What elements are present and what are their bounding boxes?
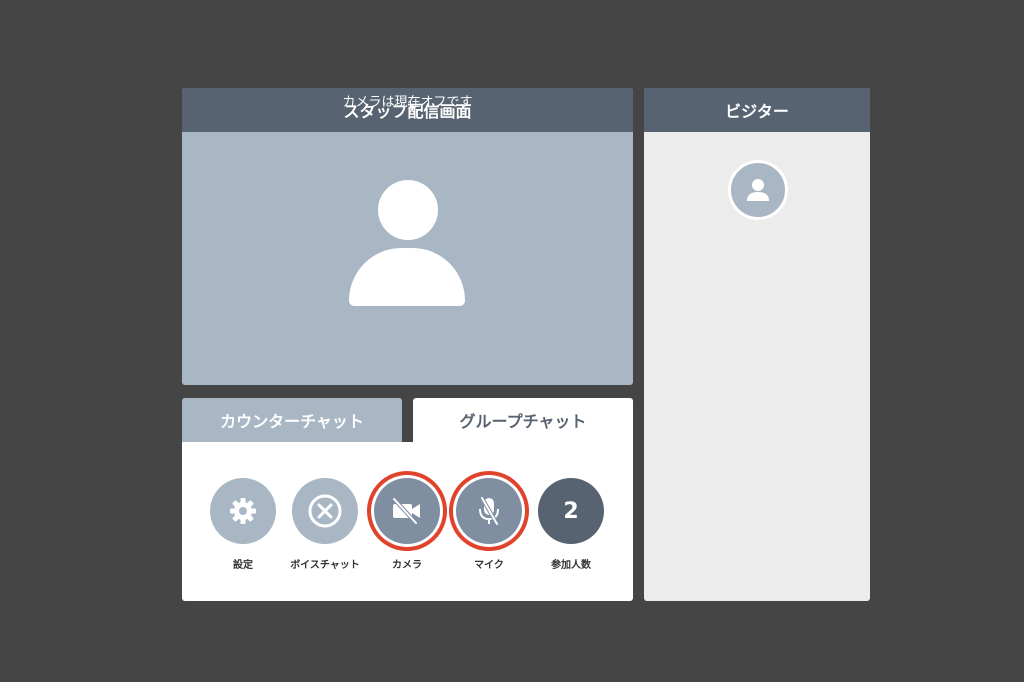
visitor-avatar[interactable] [728,160,788,220]
gear-icon [230,498,256,524]
user-icon [747,179,769,201]
settings-button[interactable] [210,478,276,544]
visitor-panel: ビジター [644,88,870,601]
avatar-head-icon [378,180,438,240]
mic-label: マイク [474,560,504,571]
voice-chat-label: ボイスチャット [290,560,360,571]
camera-off-message: カメラは現在オフです [342,95,473,110]
mic-off-icon [479,496,499,526]
settings-label: 設定 [233,560,253,571]
avatar-body-icon [349,248,465,306]
camera-toggle-button[interactable] [374,478,440,544]
participants-count-badge[interactable]: 2 [538,478,604,544]
staff-video-area: カメラは現在オフです [182,95,633,385]
voice-chat-button[interactable] [292,478,358,544]
mic-toggle-button[interactable] [456,478,522,544]
control-panel: 設定 ボイスチャット カメラ マイク 2 参加人数 [182,442,633,601]
camera-label: カメラ [392,560,422,571]
visitor-title: ビジター [644,88,870,132]
camera-off-icon [392,497,420,525]
participants-label: 参加人数 [551,560,591,571]
staff-stream-panel: スタッフ配信画面 カメラは現在オフです [182,88,633,385]
close-circle-icon [308,494,342,528]
tab-group-chat[interactable]: グループチャット [413,398,633,442]
tab-counter-chat[interactable]: カウンターチャット [182,398,402,442]
